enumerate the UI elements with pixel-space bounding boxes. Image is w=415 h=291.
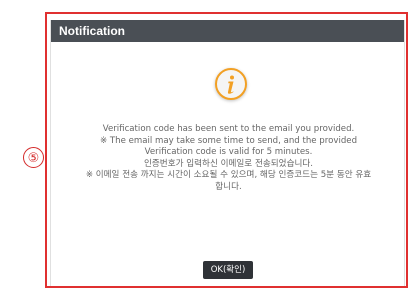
screenshot-stage: ⑤ Notification Verification code has bee…	[0, 0, 415, 291]
message-line: Verification code is valid for 5 minutes…	[144, 147, 313, 157]
step-number-marker: ⑤	[23, 147, 44, 168]
message-line: ※ The email may take some time to send, …	[99, 135, 358, 146]
message-line: ※ 이메일 전송 까지는 시간이 소요될 수 있으며, 해당 인증코드는 5분 …	[85, 170, 372, 180]
dialog-title: Notification	[51, 20, 404, 42]
info-icon	[215, 68, 247, 100]
notification-message: Verification code has been sent to the e…	[51, 124, 406, 193]
notification-dialog: Notification Verification code has been …	[50, 20, 405, 288]
message-line: 합니다.	[215, 181, 242, 192]
message-line: Verification code has been sent to the e…	[102, 124, 355, 134]
message-line: 인증번호가 입력하신 이메일로 전송되었습니다.	[143, 158, 314, 169]
ok-button[interactable]: OK(확인)	[203, 261, 253, 279]
